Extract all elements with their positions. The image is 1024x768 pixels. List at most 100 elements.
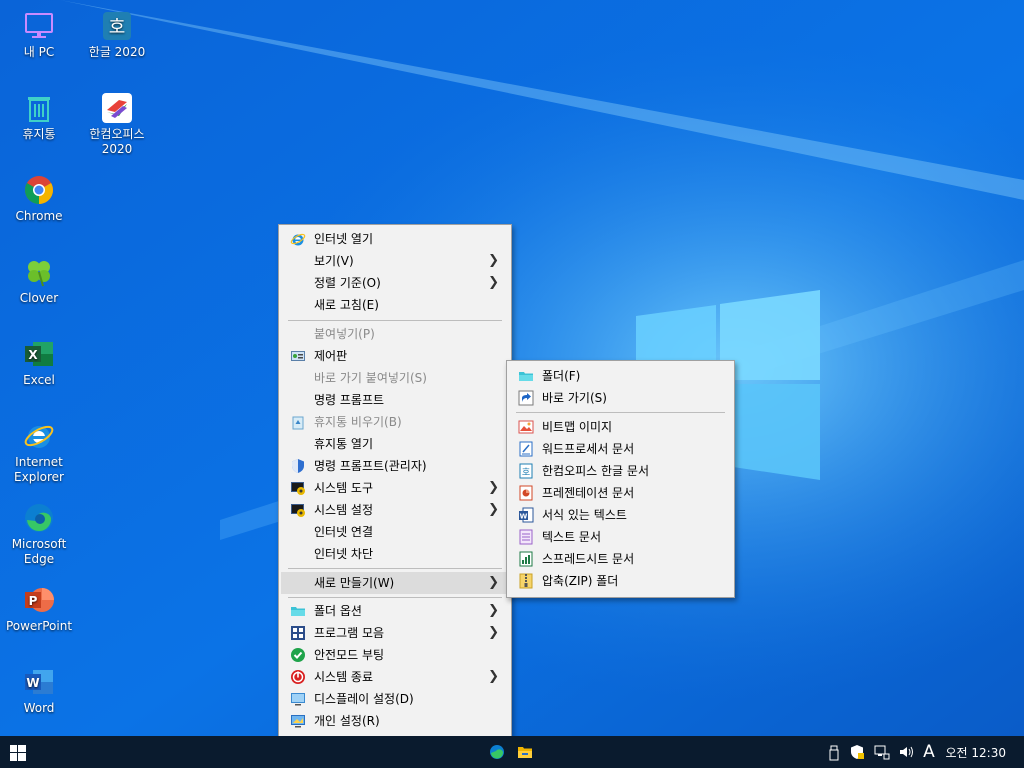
menu-item-system-settings[interactable]: 시스템 설정 ❯: [281, 499, 509, 521]
menu-item-label: 휴지통 비우기(B): [314, 415, 402, 429]
submenu-item-spreadsheet-doc[interactable]: 스프레드시트 문서: [509, 548, 732, 570]
menu-item-open-internet[interactable]: 인터넷 열기: [281, 228, 509, 250]
ie-icon: [23, 420, 55, 452]
menu-item-paste[interactable]: 붙여넣기(P): [281, 323, 509, 345]
chrome-icon: [23, 174, 55, 206]
menu-item-label: 디스플레이 설정(D): [314, 692, 414, 706]
submenu-item-rich-text[interactable]: W 서식 있는 텍스트: [509, 504, 732, 526]
menu-item-label: 시스템 설정: [314, 503, 374, 517]
system-settings-icon: [290, 502, 306, 518]
menu-item-sort-by[interactable]: 정렬 기준(O) ❯: [281, 272, 509, 294]
text-doc-icon: [518, 529, 534, 545]
menu-item-internet-block[interactable]: 인터넷 차단: [281, 543, 509, 565]
menu-item-command-prompt-admin[interactable]: 명령 프롬프트(관리자): [281, 455, 509, 477]
submenu-item-label: 프레젠테이션 문서: [542, 486, 635, 500]
submenu-item-label: 텍스트 문서: [542, 530, 602, 544]
desktop-icon-label-line2: Edge: [23, 552, 55, 566]
submenu-item-label: 서식 있는 텍스트: [542, 508, 627, 522]
start-button[interactable]: [0, 736, 34, 768]
submenu-item-label: 스프레드시트 문서: [542, 552, 635, 566]
tray-security[interactable]: [847, 736, 867, 768]
display-icon: [290, 691, 306, 707]
desktop-icon-label-line1: Microsoft: [11, 537, 67, 551]
desktop-icon-recycle-bin[interactable]: 휴지통: [1, 88, 77, 142]
desktop-icon-chrome[interactable]: Chrome: [1, 170, 77, 224]
menu-item-system-tools[interactable]: 시스템 도구 ❯: [281, 477, 509, 499]
menu-item-label: 바로 가기 붙여넣기(S): [314, 371, 427, 385]
shortcut-icon: [518, 390, 534, 406]
taskbar-clock[interactable]: 오전 12:30: [946, 744, 1006, 761]
desktop-icon-powerpoint[interactable]: P PowerPoint: [1, 580, 77, 634]
chevron-right-icon: ❯: [488, 253, 499, 268]
tray-volume[interactable]: [896, 736, 916, 768]
network-icon: [874, 744, 890, 764]
menu-item-paste-shortcut[interactable]: 바로 가기 붙여넣기(S): [281, 367, 509, 389]
desktop-icon-label: Chrome: [15, 209, 63, 223]
desktop-icon-label: 한글 2020: [88, 45, 146, 59]
menu-item-control-panel[interactable]: 제어판: [281, 345, 509, 367]
submenu-item-shortcut[interactable]: 바로 가기(S): [509, 387, 732, 409]
submenu-item-hangul-doc[interactable]: 호 한컴오피스 한글 문서: [509, 460, 732, 482]
control-panel-icon: [290, 348, 306, 364]
desktop-icon-microsoft-edge[interactable]: Microsoft Edge: [1, 498, 77, 567]
menu-item-display-settings[interactable]: 디스플레이 설정(D): [281, 688, 509, 710]
menu-item-label: 붙여넣기(P): [314, 327, 375, 341]
taskbar: A 오전 12:30: [0, 736, 1024, 768]
submenu-item-label: 워드프로세서 문서: [542, 442, 635, 456]
shield-icon: [290, 458, 306, 474]
submenu-item-label: 한컴오피스 한글 문서: [542, 464, 649, 478]
desktop-icon-hangul[interactable]: 호 한글 2020: [79, 6, 155, 60]
menu-item-command-prompt[interactable]: 명령 프롬프트: [281, 389, 509, 411]
desktop-icon-my-pc[interactable]: 내 PC: [1, 6, 77, 60]
svg-text:P: P: [29, 594, 38, 608]
tray-network[interactable]: [872, 736, 892, 768]
menu-item-label: 안전모드 부팅: [314, 648, 385, 662]
usb-icon: [828, 745, 840, 765]
desktop-icon-label: PowerPoint: [5, 619, 73, 633]
presentation-icon: [518, 485, 534, 501]
ime-indicator[interactable]: A: [920, 736, 938, 768]
security-icon: [849, 744, 865, 764]
menu-item-safe-mode-boot[interactable]: 안전모드 부팅: [281, 644, 509, 666]
taskbar-file-explorer-button[interactable]: [512, 736, 538, 768]
menu-item-internet-connect[interactable]: 인터넷 연결: [281, 521, 509, 543]
file-explorer-icon: [517, 744, 533, 764]
hangul-doc-icon: 호: [518, 463, 534, 479]
submenu-item-text-doc[interactable]: 텍스트 문서: [509, 526, 732, 548]
taskbar-edge-button[interactable]: [484, 736, 510, 768]
menu-item-view[interactable]: 보기(V) ❯: [281, 250, 509, 272]
personalize-icon: [290, 713, 306, 729]
menu-item-folder-options[interactable]: 폴더 옵션 ❯: [281, 600, 509, 622]
submenu-item-presentation-doc[interactable]: 프레젠테이션 문서: [509, 482, 732, 504]
desktop-icon-label: Word: [23, 701, 55, 715]
submenu-item-folder[interactable]: 폴더(F): [509, 365, 732, 387]
menu-item-shutdown[interactable]: 시스템 종료 ❯: [281, 666, 509, 688]
menu-item-personalize[interactable]: 개인 설정(R): [281, 710, 509, 732]
powerpoint-icon: P: [23, 584, 55, 616]
submenu-item-wordpad-doc[interactable]: 워드프로세서 문서: [509, 438, 732, 460]
menu-item-program-collection[interactable]: 프로그램 모음 ❯: [281, 622, 509, 644]
menu-item-empty-recycle-bin[interactable]: 휴지통 비우기(B): [281, 411, 509, 433]
submenu-item-zip-folder[interactable]: 압축(ZIP) 폴더: [509, 570, 732, 592]
menu-item-new[interactable]: 새로 만들기(W) ❯: [281, 572, 509, 594]
menu-item-label: 휴지통 열기: [314, 437, 374, 451]
desktop-icon-internet-explorer[interactable]: Internet Explorer: [1, 416, 77, 485]
desktop-icon-excel[interactable]: X Excel: [1, 334, 77, 388]
desktop-icon-hancom-office[interactable]: 한컴오피스 2020: [79, 88, 155, 157]
desktop-context-menu: 인터넷 열기 보기(V) ❯ 정렬 기준(O) ❯ 새로 고침(E) 붙여넣기(…: [278, 224, 512, 738]
menu-item-label: 시스템 도구: [314, 481, 374, 495]
desktop-icon-word[interactable]: W Word: [1, 662, 77, 716]
programs-icon: [290, 625, 306, 641]
tray-usb[interactable]: [826, 736, 842, 768]
desktop-icon-clover[interactable]: Clover: [1, 252, 77, 306]
menu-item-refresh[interactable]: 새로 고침(E): [281, 294, 509, 316]
submenu-item-label: 바로 가기(S): [542, 391, 607, 405]
power-icon: [290, 669, 306, 685]
spreadsheet-icon: [518, 551, 534, 567]
chevron-right-icon: ❯: [488, 502, 499, 517]
check-circle-icon: [290, 647, 306, 663]
menu-item-open-recycle-bin[interactable]: 휴지통 열기: [281, 433, 509, 455]
submenu-item-bitmap[interactable]: 비트맵 이미지: [509, 416, 732, 438]
chevron-right-icon: ❯: [488, 575, 499, 590]
chevron-right-icon: ❯: [488, 669, 499, 684]
